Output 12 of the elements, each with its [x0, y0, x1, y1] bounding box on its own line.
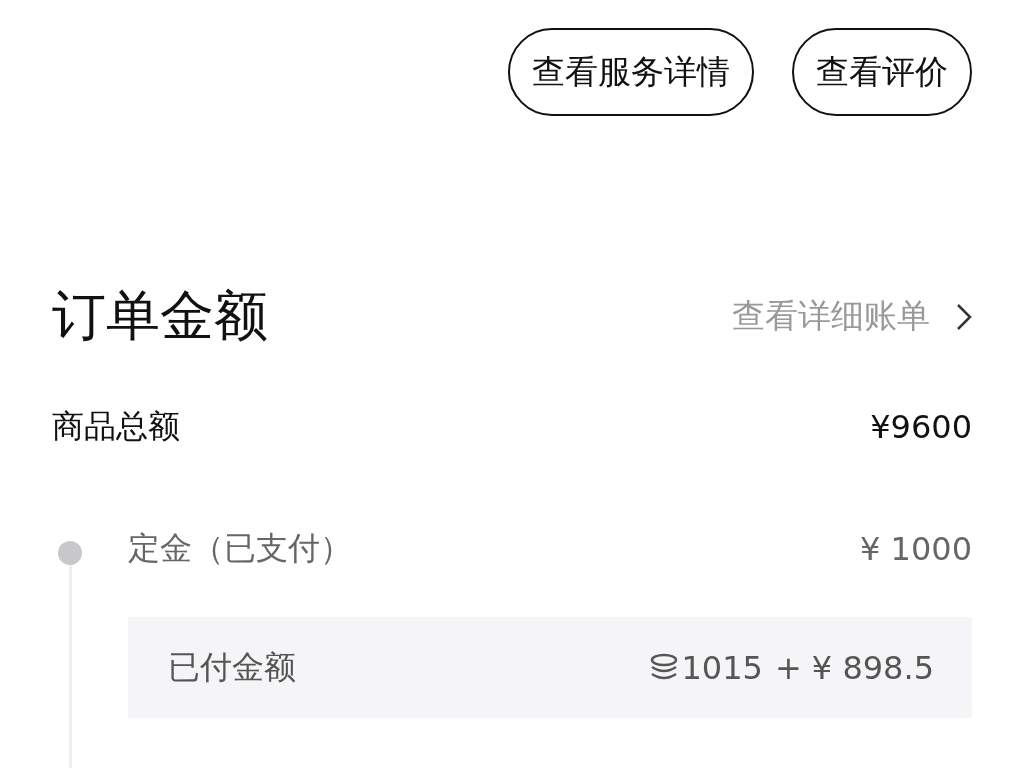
goods-total-value: ¥9600 [870, 408, 972, 446]
paid-amount-label: 已付金额 [168, 646, 296, 688]
paid-coins: 1015 [681, 648, 763, 687]
action-button[interactable]: 查看服务详情 [508, 28, 754, 116]
chevron-right-icon [956, 302, 972, 331]
paid-cash: + ¥ 898.5 [774, 648, 934, 687]
timeline-dot [58, 541, 82, 565]
deposit-value: ¥ 1000 [860, 530, 972, 568]
section-title: 订单金额 [52, 283, 268, 349]
goods-total-label: 商品总额 [52, 406, 180, 447]
deposit-label: 定金（已支付） [128, 528, 352, 569]
action-button[interactable]: 查看评价 [792, 28, 972, 116]
